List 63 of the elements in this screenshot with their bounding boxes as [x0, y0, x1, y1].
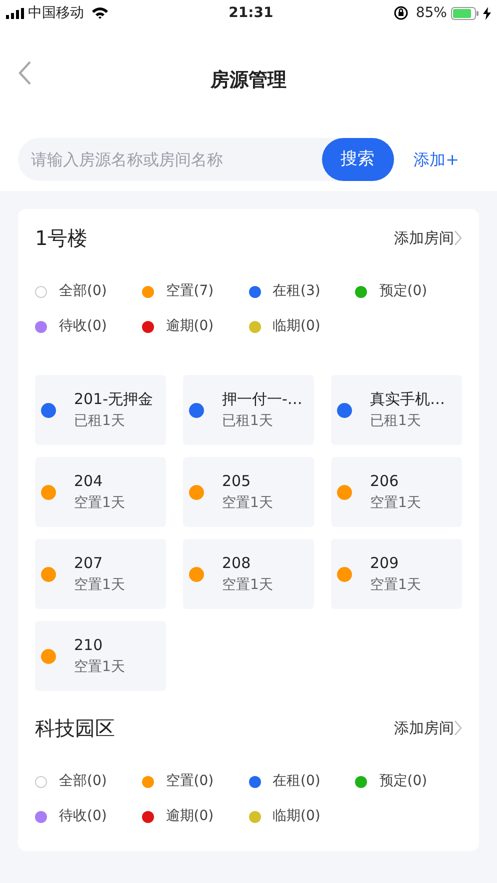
room-status: 空置1天	[74, 576, 125, 595]
room-status: 空置1天	[222, 494, 273, 513]
room-name: 210	[74, 635, 104, 656]
room-tile[interactable]: 201-无押金 已租1天	[35, 375, 166, 445]
legend-label: 待收(0)	[59, 317, 107, 336]
legend-label: 在租(3)	[272, 282, 320, 301]
room-name: 207	[74, 553, 104, 574]
chevron-right-icon	[454, 230, 462, 246]
status-time: 21:31	[228, 4, 274, 22]
back-button[interactable]	[18, 60, 32, 86]
room-status: 已租1天	[74, 412, 126, 431]
legend-label: 空置(0)	[166, 772, 214, 791]
legend-label: 预定(0)	[379, 282, 428, 301]
carrier-name: 中国移动	[28, 4, 84, 22]
room-tile[interactable]: 押一付一-… 已租1天	[183, 375, 314, 445]
room-name: 押一付一-…	[222, 389, 302, 410]
room-status: 空置1天	[74, 494, 125, 513]
room-tile[interactable]: 208 空置1天	[183, 539, 314, 609]
building-name: 科技园区	[35, 715, 115, 742]
wifi-icon	[92, 7, 108, 19]
add-room-link[interactable]: 添加房间	[394, 716, 462, 740]
legend-label: 逾期(0)	[166, 807, 214, 826]
room-status: 空置1天	[222, 576, 273, 595]
room-status: 已租1天	[370, 412, 422, 431]
legend-label: 空置(7)	[166, 282, 214, 301]
room-status: 空置1天	[370, 576, 421, 595]
room-name: 205	[222, 471, 252, 492]
room-name: 真实手机…	[370, 389, 445, 410]
legend-label: 逾期(0)	[166, 317, 214, 336]
room-tile[interactable]: 真实手机… 已租1天	[331, 375, 462, 445]
charging-icon	[482, 6, 491, 20]
legend-label: 临期(0)	[272, 807, 320, 826]
room-status: 空置1天	[370, 494, 421, 513]
room-tile[interactable]: 207 空置1天	[35, 539, 166, 609]
room-tile[interactable]: 205 空置1天	[183, 457, 314, 527]
add-room-link[interactable]: 添加房间	[394, 226, 462, 250]
rotation-lock-icon	[394, 6, 408, 20]
legend-label: 全部(0)	[59, 282, 107, 301]
room-tile[interactable]: 210 空置1天	[35, 621, 166, 691]
search-button[interactable]: 搜索	[322, 138, 394, 181]
room-name: 208	[222, 553, 252, 574]
room-name: 206	[370, 471, 400, 492]
room-tile[interactable]: 204 空置1天	[35, 457, 166, 527]
legend-label: 全部(0)	[59, 772, 107, 791]
page-title: 房源管理	[210, 68, 286, 93]
room-tile[interactable]: 206 空置1天	[331, 457, 462, 527]
add-link[interactable]: 添加+	[414, 148, 459, 172]
legend-label: 临期(0)	[272, 317, 320, 336]
legend-label: 预定(0)	[379, 772, 428, 791]
search-field[interactable]: 请输入房源名称或房间名称 搜索	[18, 138, 394, 181]
room-status: 空置1天	[74, 658, 125, 677]
battery-icon	[450, 6, 479, 20]
room-status: 已租1天	[222, 412, 274, 431]
legend-label: 待收(0)	[59, 807, 107, 826]
room-tile[interactable]: 209 空置1天	[331, 539, 462, 609]
signal-icon	[6, 8, 24, 18]
chevron-right-icon	[454, 720, 462, 736]
battery-percent: 85%	[416, 4, 447, 22]
building-name: 1号楼	[35, 225, 88, 252]
room-name: 201-无押金	[74, 389, 154, 410]
room-name: 204	[74, 471, 104, 492]
room-name: 209	[370, 553, 400, 574]
legend-label: 在租(0)	[272, 772, 320, 791]
